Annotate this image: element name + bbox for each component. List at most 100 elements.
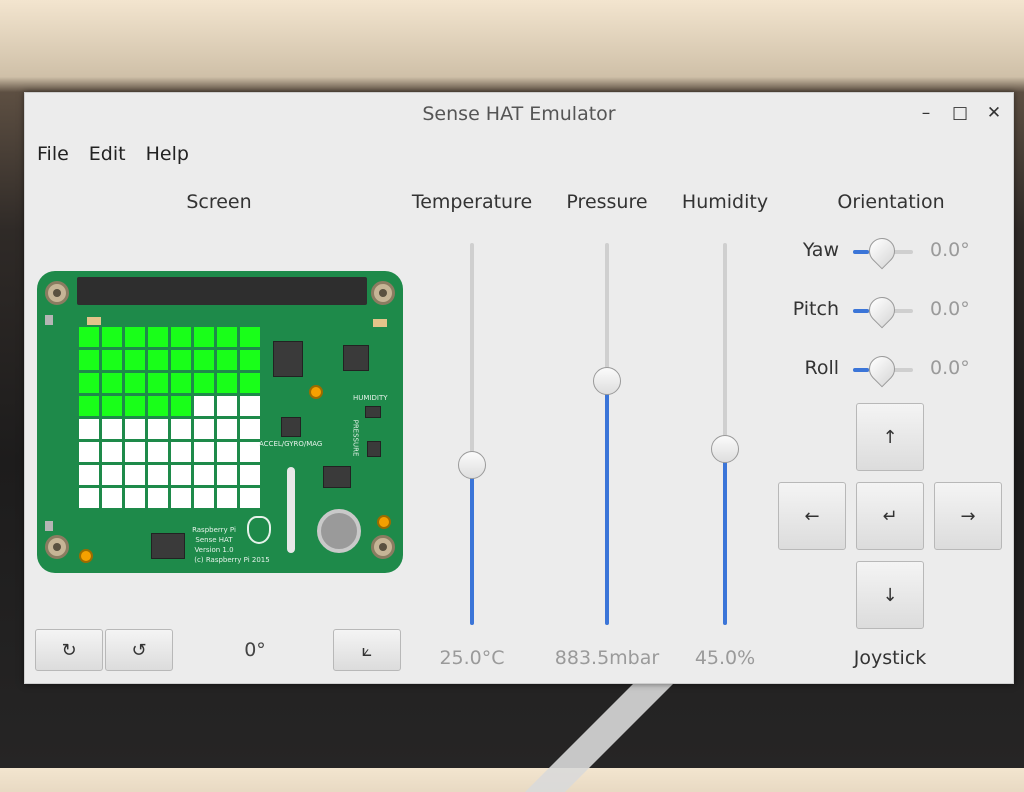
led-pixel: [240, 488, 260, 508]
joystick-left-button[interactable]: ←: [778, 482, 846, 550]
slider-fill: [605, 380, 609, 625]
led-pixel: [102, 327, 122, 347]
slider-fill: [853, 368, 869, 372]
led-pixel: [148, 488, 168, 508]
roll-value: 0.0°: [930, 357, 970, 379]
led-pixel: [102, 419, 122, 439]
led-pixel: [79, 419, 99, 439]
temperature-slider[interactable]: [457, 243, 487, 625]
chip: [343, 345, 369, 371]
mount-hole: [45, 535, 69, 559]
gpio-header: [77, 277, 367, 305]
led-pixel: [171, 396, 191, 416]
joystick-label: Joystick: [853, 647, 927, 669]
joystick-right-button[interactable]: →: [934, 482, 1002, 550]
humidity-value: 45.0%: [694, 647, 756, 669]
led-pixel: [125, 442, 145, 462]
led-pixel: [79, 488, 99, 508]
led-pixel: [171, 327, 191, 347]
rotation-label: 0°: [244, 639, 266, 661]
led-pixel: [125, 488, 145, 508]
led-pixel: [217, 465, 237, 485]
menu-file[interactable]: File: [37, 143, 69, 165]
led-pixel: [102, 442, 122, 462]
led-pixel: [194, 419, 214, 439]
yaw-label: Yaw: [802, 239, 839, 261]
pitch-slider[interactable]: [851, 291, 915, 329]
background-road: [525, 682, 675, 792]
roll-label: Roll: [804, 357, 839, 379]
slider-thumb[interactable]: [593, 366, 621, 395]
pressure-title: Pressure: [566, 191, 648, 213]
slider-thumb[interactable]: [458, 450, 486, 479]
sense-hat-board: HUMIDITY PRESSURE ACCEL/GYRO/MAG Raspber…: [37, 271, 403, 573]
joystick-enter-button[interactable]: ↵: [856, 482, 924, 550]
slider-fill: [853, 250, 869, 254]
pressure-sensor: [367, 441, 381, 457]
board-credit-line: Sense HAT: [195, 536, 233, 544]
led-pixel: [125, 396, 145, 416]
status-led: [377, 515, 391, 529]
maximize-button[interactable]: □: [951, 101, 969, 125]
led-pixel: [102, 488, 122, 508]
led-pixel: [148, 442, 168, 462]
led-pixel: [79, 350, 99, 370]
pressure-slider[interactable]: [592, 243, 622, 625]
flip-button[interactable]: ⟀: [333, 629, 401, 671]
led-pixel: [171, 419, 191, 439]
close-button[interactable]: ✕: [985, 101, 1003, 125]
temperature-title: Temperature: [411, 191, 533, 213]
chip: [273, 341, 303, 377]
led-pixel: [79, 396, 99, 416]
slider-thumb[interactable]: [863, 232, 901, 270]
resistor: [87, 317, 101, 325]
led-pixel: [217, 488, 237, 508]
led-pixel: [148, 350, 168, 370]
humidity-label: HUMIDITY: [353, 394, 388, 402]
slider-thumb[interactable]: [863, 291, 901, 329]
led-pixel: [148, 465, 168, 485]
mount-hole: [371, 281, 395, 305]
led-pixel: [240, 327, 260, 347]
orientation-title: Orientation: [837, 191, 945, 213]
slider-thumb[interactable]: [863, 350, 901, 388]
led-matrix[interactable]: [79, 327, 260, 515]
roll-slider[interactable]: [851, 350, 915, 388]
rotate-ccw-button[interactable]: ↺: [105, 629, 173, 671]
menu-edit[interactable]: Edit: [89, 143, 126, 165]
title-bar: Sense HAT Emulator – □ ✕: [25, 93, 1013, 139]
board-credit: Raspberry Pi Sense HAT Version 1.0: [181, 525, 247, 555]
led-pixel: [79, 327, 99, 347]
minimize-button[interactable]: –: [917, 101, 935, 125]
board-joystick-icon: [317, 509, 361, 553]
window-controls: – □ ✕: [917, 101, 1003, 125]
resistor: [45, 521, 53, 531]
led-pixel: [148, 327, 168, 347]
temperature-value: 25.0°C: [439, 647, 505, 669]
joystick-up-button[interactable]: ↑: [856, 403, 924, 471]
led-pixel: [102, 373, 122, 393]
slider-fill: [853, 309, 869, 313]
led-pixel: [125, 465, 145, 485]
led-pixel: [194, 327, 214, 347]
led-pixel: [79, 465, 99, 485]
led-pixel: [171, 488, 191, 508]
led-pixel: [171, 350, 191, 370]
raspberry-pi-logo: [247, 516, 271, 544]
status-led: [79, 549, 93, 563]
board-credit-line: Raspberry Pi: [192, 526, 236, 534]
led-pixel: [217, 396, 237, 416]
pitch-label: Pitch: [792, 298, 839, 320]
yaw-slider[interactable]: [851, 232, 915, 270]
screen-title: Screen: [186, 191, 252, 213]
humidity-slider[interactable]: [710, 243, 740, 625]
led-pixel: [79, 373, 99, 393]
joystick-down-button[interactable]: ↓: [856, 561, 924, 629]
humidity-title: Humidity: [681, 191, 769, 213]
rotate-cw-button[interactable]: ↻: [35, 629, 103, 671]
menu-help[interactable]: Help: [146, 143, 189, 165]
mount-hole: [371, 535, 395, 559]
slider-thumb[interactable]: [711, 435, 739, 464]
board-copyright: (c) Raspberry Pi 2015: [194, 556, 270, 564]
led-pixel: [125, 327, 145, 347]
